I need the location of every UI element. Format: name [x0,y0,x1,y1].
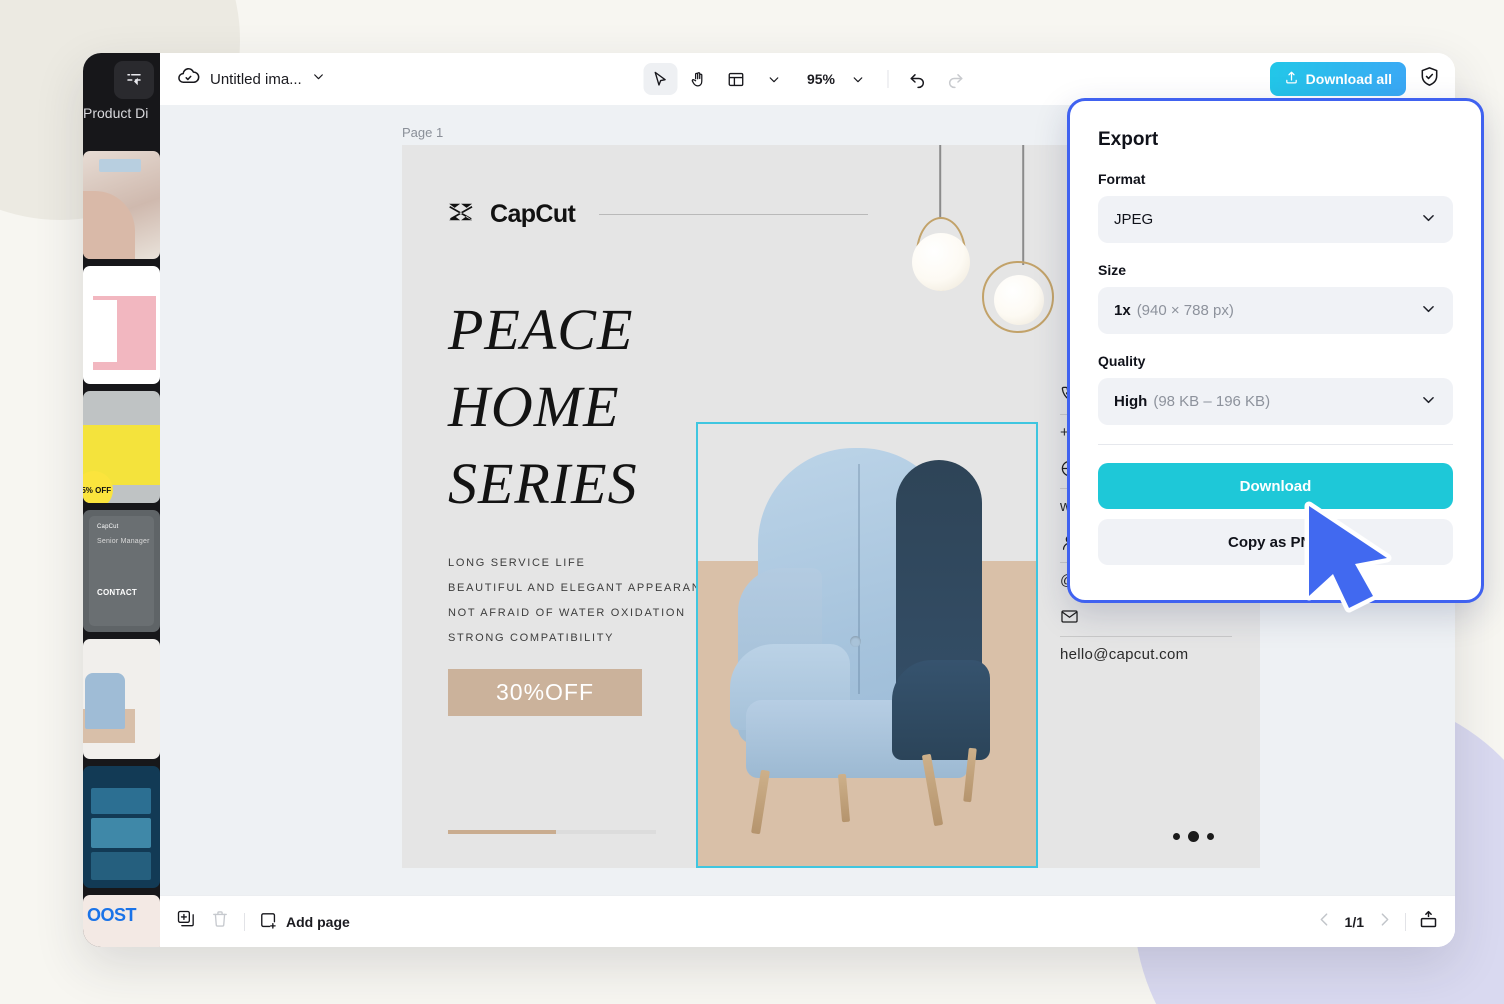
list-item[interactable] [83,766,160,888]
copy-as-png-button[interactable]: Copy as PNG [1098,519,1453,565]
poster-divider [599,214,868,215]
poster-brand-name: CapCut [490,200,576,228]
thumb-decor [89,516,154,626]
feature-item: LONG SERVICE LIFE [448,557,586,569]
feature-item: STRONG COMPATIBILITY [448,632,615,644]
cloud-saved-icon [177,65,200,93]
layout-icon[interactable] [719,63,753,95]
list-item[interactable] [83,151,160,259]
size-value: 1x [1114,302,1131,319]
export-separator [1098,444,1453,445]
size-detail: (940 × 788 px) [1136,302,1234,319]
poster-brand-row: CapCut [448,200,868,229]
size-select[interactable]: 1x (940 × 788 px) [1098,287,1453,334]
document-title[interactable]: Untitled ima... [210,71,302,88]
export-title: Export [1098,129,1159,150]
thumb-decor [91,788,151,814]
capcut-logo-icon [448,201,476,228]
page-label: Page 1 [402,125,444,140]
bottom-divider-2 [1405,912,1406,931]
page-navigation: 1/1 [1316,909,1439,935]
list-item[interactable] [83,639,160,759]
chevron-down-icon [1420,209,1437,230]
export-box-icon[interactable] [1418,909,1439,935]
redo-icon [938,63,972,95]
chair-illustration [722,448,1008,848]
download-all-label: Download all [1305,71,1392,87]
hand-icon[interactable] [681,63,715,95]
duplicate-page-icon[interactable] [176,909,196,934]
thumb-role: Senior Manager [97,538,150,545]
discount-badge: 30%OFF [448,669,642,716]
quality-detail: (98 KB – 196 KB) [1153,393,1271,410]
chevron-down-icon [1420,300,1437,321]
format-label: Format [1098,171,1146,187]
heading-line-3: SERIES [448,451,638,517]
chevron-right-icon [1376,911,1393,933]
zoom-level[interactable]: 95% [795,71,837,87]
screenshot-root: Product Di 15% OFF CapCut Senior M [0,0,1504,1004]
poster-heading: PEACE HOME SERIES [448,291,718,522]
toolbar-right: Download all [1269,62,1441,96]
document-info: Untitled ima... [160,65,325,93]
bottom-toolbar: Add page 1/1 [160,895,1455,947]
layout-dropdown-icon[interactable] [757,63,791,95]
thumb-decor [85,673,125,729]
toolbar-divider [887,70,889,88]
chevron-down-icon[interactable] [312,70,325,88]
thumb-boost-text: OOST [87,905,137,925]
quality-label: Quality [1098,353,1146,369]
product-image[interactable] [696,422,1038,868]
thumb-tag [99,159,141,172]
list-item[interactable]: 15% OFF [83,391,160,503]
thumb-brand: CapCut [97,524,119,530]
poster-dots-decor [1173,831,1214,842]
thumb-contact: CONTACT [97,588,137,597]
download-all-button[interactable]: Download all [1269,62,1406,96]
chevron-down-icon [1420,391,1437,412]
filter-icon[interactable] [114,61,154,99]
contact-item: hello@capcut.com [1060,603,1232,663]
undo-icon[interactable] [900,63,934,95]
cursor-icon[interactable] [642,63,677,95]
size-label: Size [1098,262,1127,278]
feature-item: BEAUTIFUL AND ELEGANT APPEARANCE [448,582,721,594]
upload-icon [1284,70,1299,88]
template-sidebar: Product Di 15% OFF CapCut Senior M [83,53,160,947]
download-button[interactable]: Download [1098,463,1453,509]
export-panel: Export Format JPEG Size 1x (940 × 788 px… [1067,98,1484,603]
list-item[interactable]: OOST [83,895,160,947]
shield-check-icon[interactable] [1418,65,1441,93]
page-indicator: 1/1 [1344,913,1364,930]
bottom-divider [244,912,245,931]
mail-icon [1060,603,1232,629]
add-page-button[interactable]: Add page [259,911,350,933]
list-item[interactable] [83,266,160,384]
thumb-decor [91,818,151,848]
list-item[interactable]: CapCut Senior Manager CONTACT [83,510,160,632]
trash-icon [210,909,230,934]
heading-line-2: HOME [448,374,620,440]
quality-value: High [1114,393,1148,410]
chevron-left-icon [1316,911,1333,933]
heading-line-1: PEACE [448,297,634,362]
thumb-decor [83,191,135,259]
poster-progress-bar [448,830,656,834]
zoom-dropdown-icon[interactable] [841,63,875,95]
contact-text: hello@capcut.com [1060,646,1189,663]
thumb-decor [83,300,117,362]
page-actions: Add page [160,909,350,934]
add-page-label: Add page [286,913,350,930]
format-value: JPEG [1114,211,1154,228]
feature-item: NOT AFRAID OF WATER OXIDATION [448,607,686,619]
format-select[interactable]: JPEG [1098,196,1453,243]
thumb-decor [91,852,151,880]
poster-feature-list: LONG SERVICE LIFE BEAUTIFUL AND ELEGANT … [448,557,720,657]
canvas-tools: 95% [642,63,972,95]
sidebar-title: Product Di [83,105,149,121]
sidebar-header [83,53,160,105]
quality-select[interactable]: High (98 KB – 196 KB) [1098,378,1453,425]
thumbnail-list: 15% OFF CapCut Senior Manager CONTACT [83,151,160,947]
add-page-icon [259,911,278,933]
